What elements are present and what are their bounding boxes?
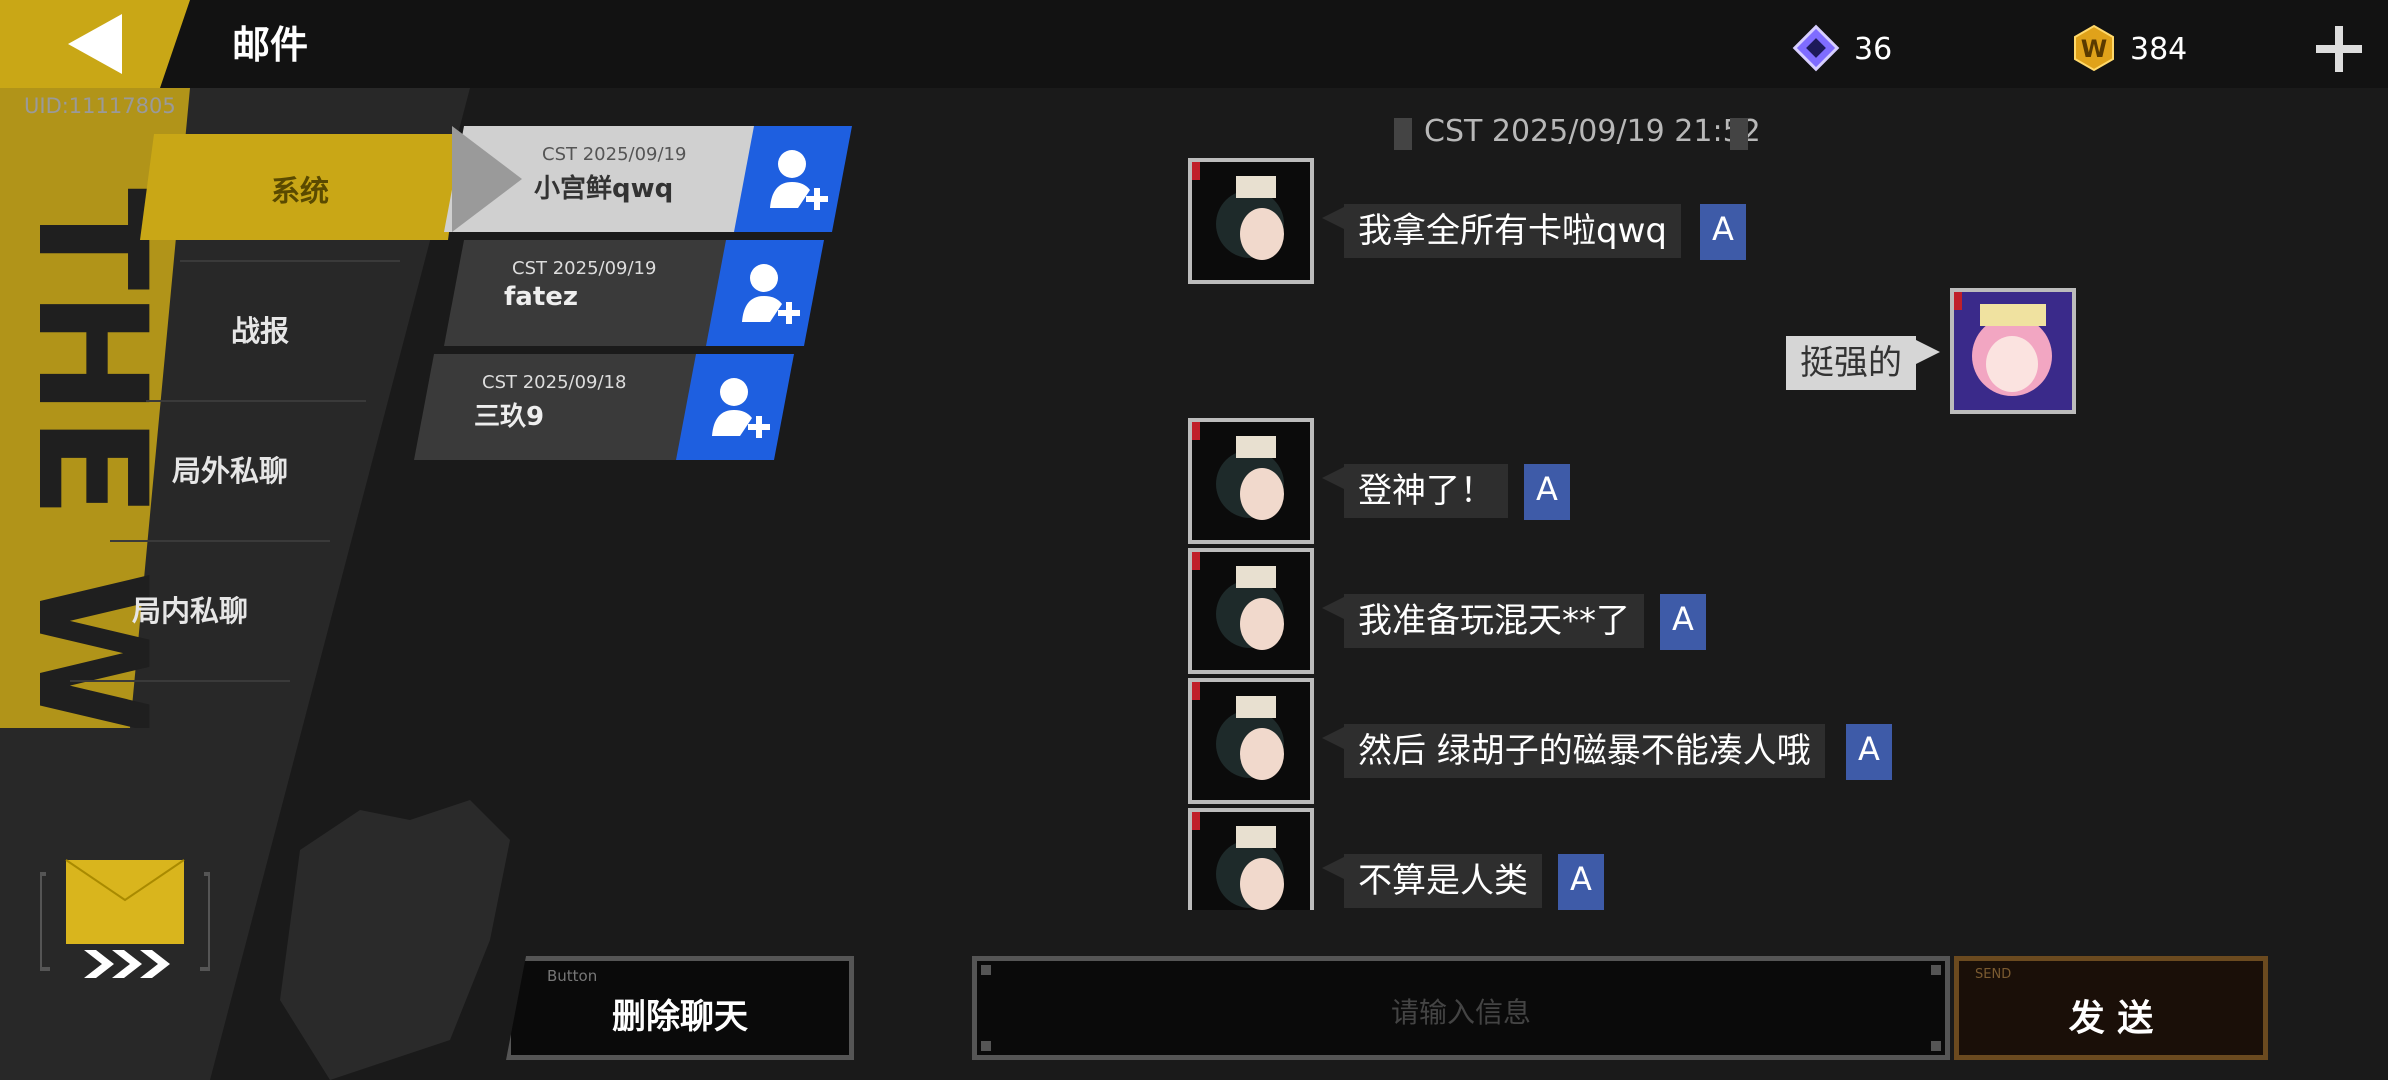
avatar-pink-hair-icon — [1954, 292, 2072, 410]
translate-button[interactable]: A — [1558, 854, 1604, 910]
chat-timestamp: CST 2025/09/19 21:52 — [1424, 114, 1761, 149]
contact-name: fatez — [504, 282, 579, 312]
tab-divider — [110, 540, 330, 542]
message-row-clipped: 不算是人类 A — [1180, 800, 1980, 910]
contact-date: CST 2025/09/19 — [512, 258, 657, 279]
tab-divider — [146, 400, 366, 402]
svg-text:W: W — [2081, 35, 2107, 63]
mail-icon[interactable] — [40, 854, 210, 984]
avatar-dark-hair-icon — [1192, 422, 1310, 540]
timestamp-bracket-right — [1730, 118, 1748, 150]
translate-icon: A — [1672, 600, 1694, 638]
translate-button[interactable]: A — [1700, 204, 1746, 260]
selected-arrow-icon — [452, 126, 522, 232]
corner-mark — [981, 965, 991, 975]
message-bubble: 然后 绿胡子的磁暴不能凑人哦 — [1344, 724, 1825, 778]
back-arrow-icon[interactable] — [68, 14, 122, 74]
tab-outgame-chat[interactable]: 局外私聊 — [150, 448, 310, 490]
translate-button[interactable]: A — [1524, 464, 1570, 520]
message-bubble: 登神了！ — [1344, 464, 1508, 518]
avatar[interactable] — [1950, 288, 2076, 414]
tab-battle-report[interactable]: 战报 — [200, 308, 320, 350]
avatar-dark-hair-icon — [1192, 162, 1310, 280]
page-title: 邮件 — [232, 23, 309, 67]
avatar[interactable] — [1188, 418, 1314, 544]
translate-icon: A — [1570, 860, 1592, 898]
contact-date: CST 2025/09/19 — [542, 144, 687, 165]
add-friend-button[interactable] — [676, 354, 794, 460]
translate-icon: A — [1858, 730, 1880, 768]
contact-card[interactable]: CST 2025/09/19 fatez — [444, 240, 824, 346]
message-bubble: 我准备玩混天**了 — [1344, 594, 1644, 648]
bubble-tail — [1322, 466, 1346, 490]
contact-card-bg — [414, 354, 714, 460]
tab-ingame-chat[interactable]: 局内私聊 — [110, 588, 270, 630]
delete-chat-label: 删除聊天 — [612, 997, 748, 1037]
contact-name: 小宫鲜qwq — [534, 174, 674, 204]
contact-card[interactable]: CST 2025/09/19 小宫鲜qwq — [444, 126, 854, 232]
send-label: 发 送 — [2068, 998, 2154, 1039]
translate-button[interactable]: A — [1660, 594, 1706, 650]
w-coin-icon: W — [2074, 24, 2114, 72]
corner-mark — [1931, 965, 1941, 975]
top-bar — [0, 0, 2388, 88]
add-friend-button[interactable] — [706, 240, 824, 346]
user-id: UID:11117805 — [24, 94, 176, 118]
delete-chat-button[interactable]: Button 删除聊天 — [506, 956, 854, 1060]
contact-date: CST 2025/09/18 — [482, 372, 627, 393]
add-friend-icon — [742, 264, 800, 324]
crystal-count: 36 — [1854, 32, 1893, 67]
avatar[interactable] — [1188, 158, 1314, 284]
bubble-tail — [1322, 206, 1346, 230]
send-button[interactable]: SEND 发 送 — [1954, 956, 2268, 1060]
translate-icon: A — [1712, 210, 1734, 248]
translate-button[interactable]: A — [1846, 724, 1892, 780]
message-bubble: 我拿全所有卡啦qwq — [1344, 204, 1681, 258]
message-bubble: 不算是人类 — [1344, 854, 1542, 908]
avatar[interactable] — [1188, 548, 1314, 674]
fist-emblem-icon — [280, 800, 510, 1080]
message-bubble-self: 挺强的 — [1786, 336, 1916, 390]
avatar[interactable] — [1188, 808, 1314, 910]
coin-count: 384 — [2130, 32, 2188, 67]
contact-card[interactable]: CST 2025/09/18 三玖9 — [414, 354, 794, 460]
input-placeholder: 请输入信息 — [1390, 996, 1531, 1029]
timestamp-bracket-left — [1394, 118, 1412, 150]
contact-name: 三玖9 — [474, 402, 545, 432]
tab-system[interactable]: 系统 — [240, 168, 360, 210]
translate-icon: A — [1536, 470, 1558, 508]
avatar-dark-hair-icon — [1192, 552, 1310, 670]
tab-divider — [70, 680, 290, 682]
bubble-tail — [1322, 856, 1346, 880]
bubble-tail — [1322, 596, 1346, 620]
contact-card-bg — [444, 240, 744, 346]
corner-mark — [981, 1041, 991, 1051]
corner-mark — [1931, 1041, 1941, 1051]
message-input[interactable]: 请输入信息 — [972, 956, 1950, 1060]
button-caption: Button — [547, 967, 598, 985]
bubble-tail — [1916, 340, 1940, 364]
avatar-dark-hair-icon — [1192, 682, 1310, 800]
add-friend-icon — [770, 150, 828, 210]
add-friend-icon — [712, 378, 770, 438]
avatar-dark-hair-icon — [1192, 812, 1310, 910]
add-friend-button[interactable] — [734, 126, 852, 232]
avatar[interactable] — [1188, 678, 1314, 804]
crystal-icon — [1792, 24, 1840, 72]
add-currency-icon[interactable] — [2316, 26, 2362, 72]
tab-divider — [180, 260, 400, 262]
bubble-tail — [1322, 726, 1346, 750]
send-caption: SEND — [1975, 967, 2012, 982]
